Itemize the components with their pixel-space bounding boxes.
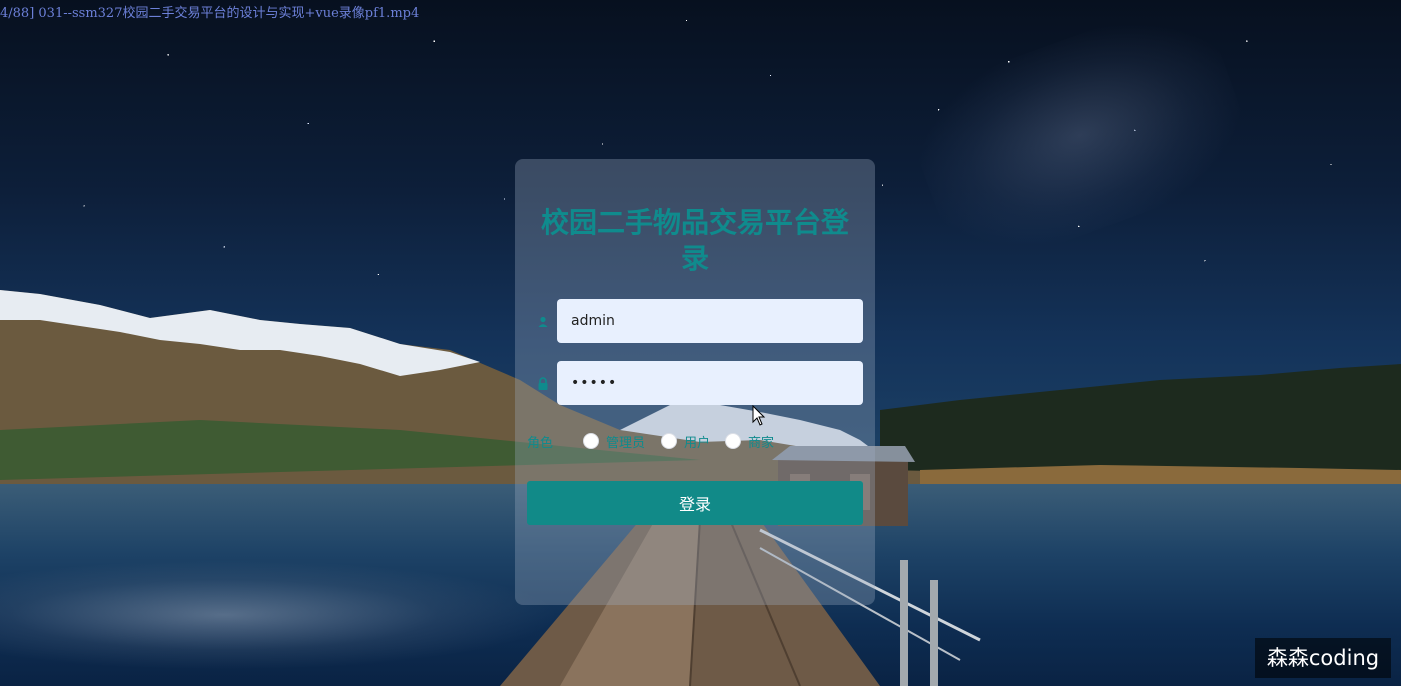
video-filename: 4/88] 031--ssm327校园二手交易平台的设计与实现+vue录像pf1… xyxy=(0,6,420,21)
background-scene: 4/88] 031--ssm327校园二手交易平台的设计与实现+vue录像pf1… xyxy=(0,0,1401,686)
role-option-admin[interactable]: 管理员 xyxy=(606,432,645,451)
role-option-user[interactable]: 用户 xyxy=(684,432,710,451)
user-icon xyxy=(538,316,548,327)
role-option-merchant[interactable]: 商家 xyxy=(748,432,774,451)
role-radio-merchant[interactable] xyxy=(725,433,741,449)
username-input[interactable] xyxy=(557,299,863,343)
role-selector: 角色 管理员 用户 商家 xyxy=(527,431,867,451)
role-radio-user[interactable] xyxy=(661,433,677,449)
password-input[interactable]: ••••• xyxy=(557,361,863,405)
mouse-cursor-icon xyxy=(752,405,766,426)
login-title: 校园二手物品交易平台登录 xyxy=(540,206,849,275)
lock-icon xyxy=(538,377,548,390)
login-panel: 校园二手物品交易平台登录 ••••• 角色 管理员 用户 商家 登录 xyxy=(515,159,875,605)
role-label: 角色 xyxy=(527,436,554,451)
watermark: 森森coding xyxy=(1255,638,1391,678)
login-button[interactable]: 登录 xyxy=(527,481,863,525)
role-radio-admin[interactable] xyxy=(583,433,599,449)
